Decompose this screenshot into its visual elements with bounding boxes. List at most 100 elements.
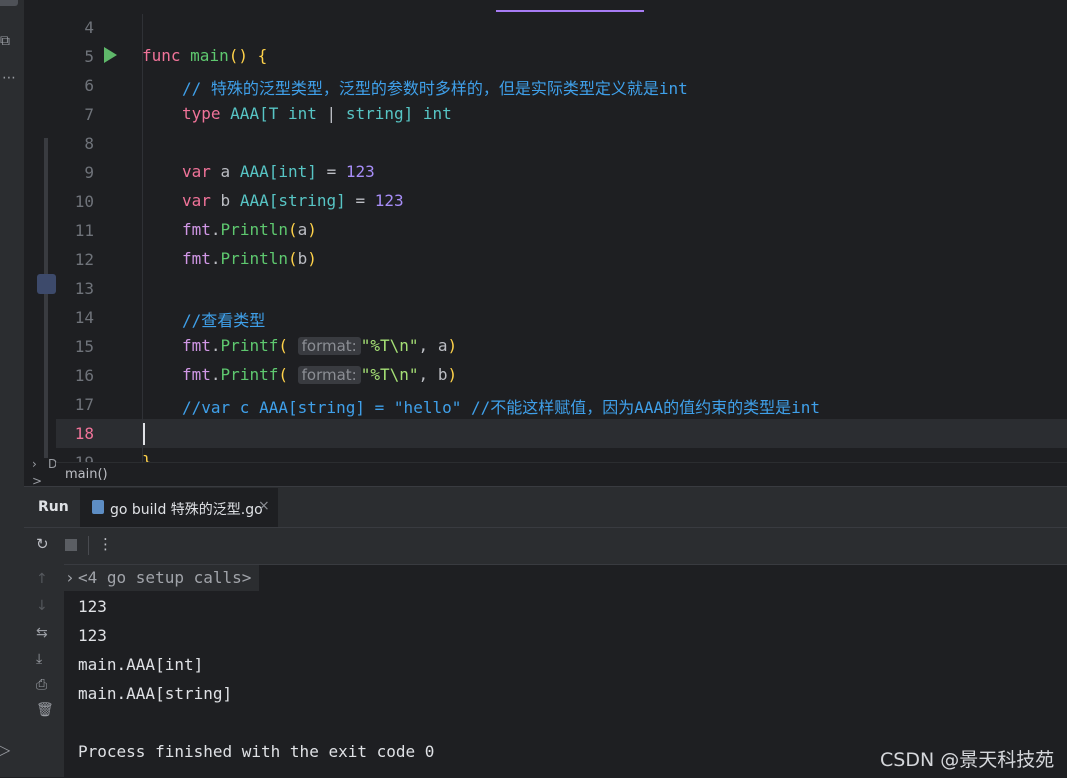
- indent-guide: [142, 14, 143, 462]
- console-output-line: main.AAA[int]: [78, 655, 204, 674]
- toolbar-divider: [88, 536, 89, 555]
- keyword: var: [182, 191, 211, 210]
- type-string: string: [345, 104, 404, 123]
- run-toolbar: [24, 527, 1067, 565]
- go-file-icon: [92, 500, 104, 514]
- argument: a: [297, 220, 308, 239]
- number: 123: [345, 162, 375, 181]
- package: fmt: [182, 336, 211, 355]
- rerun-icon[interactable]: ↻: [36, 535, 49, 553]
- paren: ): [447, 336, 458, 355]
- comment: //var c AAA[string] = "hello" //不能这样赋值，因…: [182, 398, 821, 417]
- function-call: Printf: [220, 365, 279, 384]
- argument: b: [437, 365, 448, 384]
- more-tools-icon[interactable]: ⋯: [2, 70, 16, 86]
- arrow-up-icon[interactable]: ↑: [36, 571, 48, 587]
- bracket: ]: [403, 104, 414, 123]
- bracket: ]: [307, 162, 317, 181]
- run-tool-window-icon[interactable]: ▷: [0, 740, 10, 759]
- paren: ): [307, 220, 317, 239]
- line-number-current: 18: [74, 424, 94, 443]
- trash-icon[interactable]: 🗑: [36, 702, 54, 718]
- activity-top-indicator: [0, 0, 18, 6]
- brace: }: [142, 452, 152, 462]
- stop-icon[interactable]: [65, 539, 77, 551]
- console-exit-message: Process finished with the exit code 0: [78, 742, 435, 761]
- type-name: AAA: [239, 162, 269, 181]
- variable: a: [220, 162, 231, 181]
- arrow-down-icon[interactable]: ↓: [36, 598, 48, 614]
- operator: =: [326, 162, 337, 181]
- code-editor[interactable]: 4 5 6 7 8 9 10 11 12 13 14 15 16 17 18 1…: [56, 0, 1067, 462]
- more-vertical-icon[interactable]: ⋮: [98, 535, 113, 553]
- run-tab-label: go build 特殊的泛型.go: [110, 502, 263, 518]
- run-tab[interactable]: go build 特殊的泛型.go ×: [80, 488, 278, 529]
- function-name: main: [190, 46, 229, 65]
- dot: .: [210, 336, 221, 355]
- structure-icon[interactable]: ⧉: [0, 33, 10, 49]
- line-number: 9: [84, 163, 94, 182]
- keyword: var: [182, 162, 211, 181]
- scroll-to-end-icon[interactable]: ⤓: [36, 651, 42, 667]
- package: fmt: [182, 220, 211, 239]
- setup-calls-fold[interactable]: › <4 go setup calls>: [64, 565, 259, 591]
- scroll-gutter-marker: [44, 138, 48, 458]
- close-icon[interactable]: ×: [258, 498, 270, 514]
- comma: ,: [418, 336, 429, 355]
- run-panel-title: Run: [38, 499, 69, 515]
- line-number: 16: [74, 366, 94, 385]
- bracket: [: [259, 104, 269, 123]
- bracket: [: [268, 162, 279, 181]
- dot: .: [210, 249, 221, 268]
- paren: ): [447, 365, 458, 384]
- tree-expand-icon[interactable]: ›: [32, 457, 37, 471]
- line-number: 14: [74, 308, 94, 327]
- breadcrumb-item[interactable]: main(): [65, 467, 108, 482]
- function-call: Println: [220, 220, 288, 239]
- breadcrumb: main(): [56, 462, 1067, 487]
- console-output-line: 123: [78, 626, 107, 645]
- code-line-16: fmt.Printf( format: "%T\n", b): [182, 365, 457, 384]
- paren: (): [228, 46, 248, 65]
- code-line-17: //var c AAA[string] = "hello" //不能这样赋值，因…: [182, 394, 820, 418]
- active-tab-underline: [496, 10, 644, 12]
- type-string: string: [278, 191, 337, 210]
- type-int: int: [288, 104, 317, 123]
- line-number: 5: [84, 47, 94, 66]
- function-call: Printf: [220, 336, 279, 355]
- print-icon[interactable]: ⎙: [36, 677, 47, 693]
- paren: (: [287, 220, 298, 239]
- line-number: 15: [74, 337, 94, 356]
- keyword: type: [182, 104, 221, 123]
- paren: (: [278, 336, 288, 355]
- function-call: Println: [220, 249, 288, 268]
- text-caret: [143, 423, 145, 445]
- string-literal: "%T\n": [360, 336, 419, 355]
- line-number: 8: [84, 134, 94, 153]
- paren: (: [278, 365, 288, 384]
- run-side-toolbar: [24, 564, 64, 777]
- fold-gutter: [24, 0, 56, 462]
- chevron-right-icon: ›: [65, 568, 75, 587]
- argument: a: [437, 336, 448, 355]
- watermark: CSDN @景天科技苑: [880, 749, 1055, 771]
- type-int: int: [278, 162, 308, 181]
- string-literal: "%T\n": [360, 365, 419, 384]
- line-number: 17: [74, 395, 94, 414]
- project-tree-fragment: › D >: [24, 450, 57, 488]
- line-number: 11: [74, 221, 94, 240]
- code-line-5: func main() {: [142, 46, 267, 65]
- argument: b: [297, 249, 308, 268]
- code-line-19: }: [142, 452, 152, 462]
- union-bar: |: [326, 104, 337, 123]
- current-line-highlight: [56, 419, 1067, 448]
- keyword: func: [142, 46, 181, 65]
- type-param: T: [268, 104, 279, 123]
- soft-wrap-icon[interactable]: ⇆: [36, 625, 48, 641]
- run-gutter-icon[interactable]: [104, 47, 117, 63]
- operator: =: [355, 191, 366, 210]
- line-number: 12: [74, 250, 94, 269]
- code-line-9: var a AAA[int] = 123: [182, 162, 375, 181]
- line-number: 10: [74, 192, 94, 211]
- type-int: int: [422, 104, 452, 123]
